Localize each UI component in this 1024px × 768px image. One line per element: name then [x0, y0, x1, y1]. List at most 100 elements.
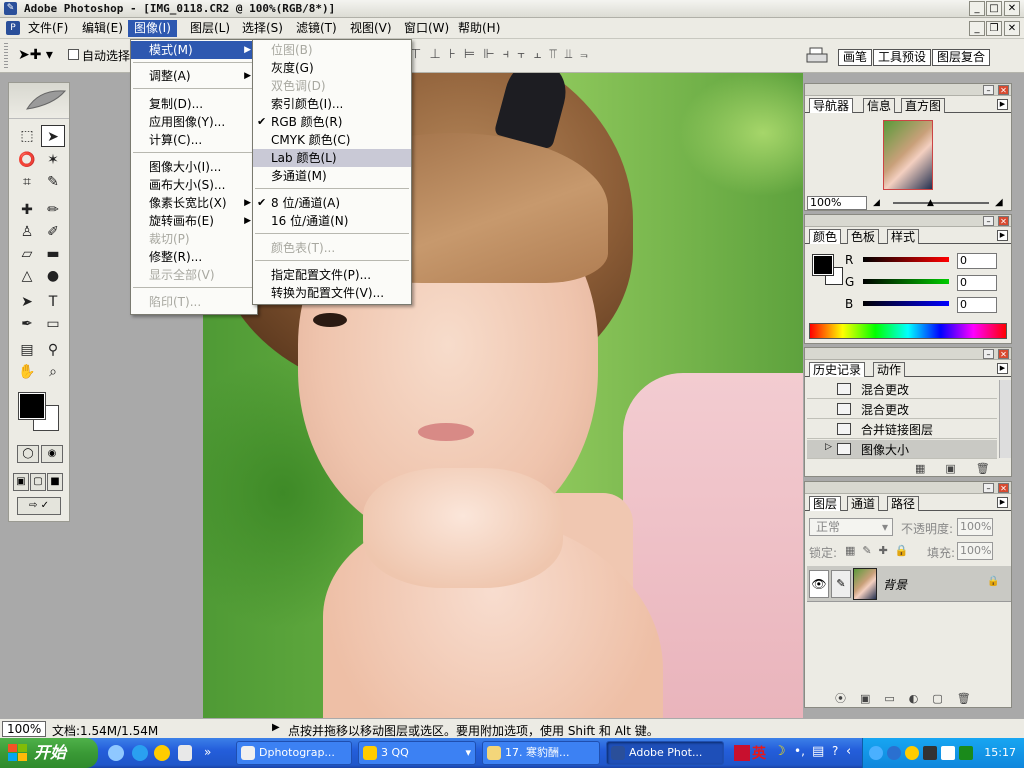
pen-tool-icon[interactable]: ✒	[15, 313, 39, 335]
menu-layer[interactable]: 图层(L)	[184, 20, 236, 37]
history-step-current[interactable]: ▷ 图像大小	[807, 440, 997, 459]
doc-close-button[interactable]: ✕	[1004, 21, 1020, 36]
slider-g[interactable]: G 0	[845, 275, 1005, 291]
maximize-button[interactable]: □	[986, 1, 1002, 16]
blur-tool-icon[interactable]: △	[15, 265, 39, 287]
brush-link-icon[interactable]: ✎	[831, 570, 851, 598]
dodge-tool-icon[interactable]: ●	[41, 265, 65, 287]
ime-help-icon[interactable]: ?	[832, 744, 838, 758]
crop-tool-icon[interactable]: ⌗	[15, 171, 39, 193]
palette-menu-button[interactable]: ▶	[997, 99, 1008, 110]
status-zoom-field[interactable]: 100%	[2, 721, 46, 737]
tab-info[interactable]: 信息	[863, 98, 896, 113]
tab-histogram[interactable]: 直方图	[901, 98, 946, 113]
tab-history[interactable]: 历史记录	[809, 362, 866, 377]
well-tab-layer-comps[interactable]: 图层复合	[932, 49, 991, 66]
mode-indexed-color[interactable]: 索引颜色(I)...	[253, 95, 411, 113]
shape-tool-icon[interactable]: ▭	[41, 313, 65, 335]
mode-multichannel[interactable]: 多通道(M)	[253, 167, 411, 185]
grip-handle[interactable]	[4, 43, 8, 69]
g-value-field[interactable]: 0	[957, 275, 997, 291]
history-scrollbar[interactable]	[999, 380, 1011, 458]
app-quicklaunch-icon[interactable]	[178, 745, 192, 761]
r-gradient-bar[interactable]	[863, 257, 949, 262]
menu-item-calculations[interactable]: 计算(C)...	[131, 131, 257, 149]
status-arrow-icon[interactable]: ▶	[272, 722, 280, 733]
menu-help[interactable]: 帮助(H)	[452, 20, 506, 37]
mode-cmyk-color[interactable]: CMYK 颜色(C)	[253, 131, 411, 149]
type-tool-icon[interactable]: T	[41, 291, 65, 313]
b-gradient-bar[interactable]	[863, 301, 949, 306]
menu-item-duplicate[interactable]: 复制(D)...	[131, 95, 257, 113]
menu-item-pixel-aspect[interactable]: 像素长宽比(X) ▶	[131, 194, 257, 212]
printer-icon[interactable]	[806, 47, 828, 65]
layers-footer-icons[interactable]: ⦿▣▭◐▢🗑	[835, 690, 985, 706]
palette-titlebar[interactable]: – ✕	[805, 348, 1011, 360]
qq-tray-icon[interactable]	[905, 746, 919, 760]
palette-minimize-button[interactable]: –	[983, 349, 994, 359]
mode-convert-profile[interactable]: 转换为配置文件(V)...	[253, 284, 411, 302]
more-quicklaunch-icon[interactable]: »	[204, 745, 218, 761]
menu-item-image-size[interactable]: 图像大小(I)...	[131, 158, 257, 176]
task-button-photoshop[interactable]: Adobe Phot...	[606, 741, 724, 765]
zoom-slider-handle[interactable]: ▲	[927, 198, 934, 208]
navigator-thumbnail[interactable]	[883, 120, 933, 190]
messenger-tray-icon[interactable]	[887, 746, 901, 760]
green-tray-icon[interactable]	[941, 746, 955, 760]
zoom-in-icon[interactable]: ◢	[995, 197, 1003, 208]
tab-actions[interactable]: 动作	[873, 362, 906, 377]
notes-tool-icon[interactable]: ▤	[15, 339, 39, 361]
screen-mode-standard[interactable]: ▣	[13, 473, 29, 491]
tab-paths[interactable]: 路径	[887, 496, 920, 511]
history-brush-icon[interactable]: ✐	[41, 221, 65, 243]
zoom-out-icon[interactable]: ◢	[873, 198, 880, 208]
magic-wand-icon[interactable]: ✶	[41, 149, 65, 171]
lasso-tool-icon[interactable]: ⭕	[15, 149, 39, 171]
palette-minimize-button[interactable]: –	[983, 216, 994, 226]
palette-menu-button[interactable]: ▶	[997, 497, 1008, 508]
move-tool-preset-icon[interactable]: ➤✚ ▾	[18, 47, 53, 63]
menu-filter[interactable]: 滤镜(T)	[290, 20, 343, 37]
menu-item-apply-image[interactable]: 应用图像(Y)...	[131, 113, 257, 131]
menu-view[interactable]: 视图(V)	[344, 20, 398, 37]
menu-item-mode[interactable]: 模式(M) ▶	[131, 41, 257, 59]
security-tray-icon[interactable]	[959, 746, 973, 760]
slider-b[interactable]: B 0	[845, 297, 1005, 313]
moon-icon[interactable]: ☽	[774, 744, 786, 759]
mode-assign-profile[interactable]: 指定配置文件(P)...	[253, 266, 411, 284]
palette-close-button[interactable]: ✕	[998, 216, 1009, 226]
hand-tool-icon[interactable]: ✋	[15, 361, 39, 383]
qq-quicklaunch-icon[interactable]	[154, 745, 170, 761]
history-step[interactable]: 混合更改	[807, 380, 997, 399]
minimize-button[interactable]: _	[969, 1, 985, 16]
palette-minimize-button[interactable]: –	[983, 85, 994, 95]
menu-select[interactable]: 选择(S)	[236, 20, 289, 37]
tab-swatches[interactable]: 色板	[847, 229, 880, 244]
zoom-tool-icon[interactable]: ⌕	[41, 361, 65, 383]
g-gradient-bar[interactable]	[863, 279, 949, 284]
tray-expand-icon[interactable]: ‹	[846, 744, 851, 759]
keyboard-icon[interactable]: ▤	[812, 744, 824, 759]
palette-minimize-button[interactable]: –	[983, 483, 994, 493]
doc-size-info[interactable]: 文档:1.54M/1.54M	[52, 722, 158, 739]
close-button[interactable]: ✕	[1004, 1, 1020, 16]
menu-edit[interactable]: 编辑(E)	[76, 20, 129, 37]
ime-icon[interactable]	[734, 745, 750, 761]
toolbox-header[interactable]	[9, 83, 69, 119]
autoselect-checkbox[interactable]	[68, 49, 79, 60]
palette-titlebar[interactable]: – ✕	[805, 84, 1011, 96]
quickmask-mode-button[interactable]: ◉	[41, 445, 63, 463]
lock-options-icons[interactable]: ▦✎✚🔒	[845, 544, 916, 557]
doc-restore-button[interactable]: ❐	[986, 21, 1002, 36]
color-fg-swatch[interactable]	[812, 254, 834, 276]
tab-styles[interactable]: 样式	[887, 229, 920, 244]
tab-navigator[interactable]: 导航器	[809, 98, 854, 113]
history-footer-icons[interactable]: ▦▣🗑	[915, 462, 1010, 475]
mode-grayscale[interactable]: 灰度(G)	[253, 59, 411, 77]
app-tray-icon[interactable]	[923, 746, 937, 760]
task-button-qq[interactable]: 3 QQ ▾	[358, 741, 476, 765]
palette-menu-button[interactable]: ▶	[997, 363, 1008, 374]
palette-close-button[interactable]: ✕	[998, 349, 1009, 359]
menu-item-adjust[interactable]: 调整(A) ▶	[131, 67, 257, 85]
tab-layers[interactable]: 图层	[809, 496, 842, 511]
